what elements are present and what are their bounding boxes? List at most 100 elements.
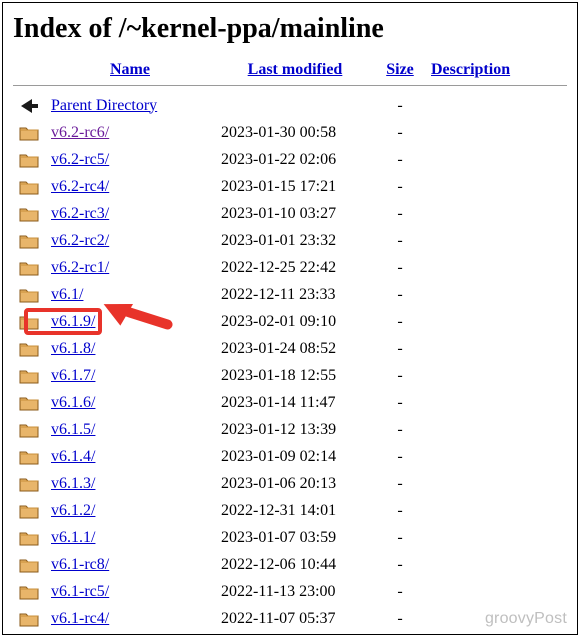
last-modified-cell: 2023-01-14 11:47 (215, 389, 375, 416)
description-cell (425, 578, 567, 605)
folder-icon (19, 420, 39, 440)
last-modified-cell: 2023-01-01 23:32 (215, 227, 375, 254)
directory-link[interactable]: v6.1.5/ (51, 421, 95, 438)
last-modified-cell: 2023-01-10 03:27 (215, 200, 375, 227)
last-modified-cell: 2022-12-25 22:42 (215, 254, 375, 281)
directory-link[interactable]: v6.1-rc8/ (51, 556, 109, 573)
directory-row: v6.1/2022-12-11 23:33- (13, 281, 567, 308)
directory-row: v6.2-rc4/2023-01-15 17:21- (13, 173, 567, 200)
folder-icon (19, 447, 39, 467)
folder-icon (19, 501, 39, 521)
size-cell: - (375, 362, 425, 389)
directory-link[interactable]: v6.1.7/ (51, 367, 95, 384)
directory-link[interactable]: v6.1.2/ (51, 502, 95, 519)
directory-link[interactable]: v6.1/ (51, 286, 83, 303)
size-cell: - (375, 281, 425, 308)
size-cell: - (375, 497, 425, 524)
size-cell: - (375, 605, 425, 632)
folder-icon (19, 366, 39, 386)
directory-link[interactable]: v6.1.6/ (51, 394, 95, 411)
last-modified-cell: 2022-12-31 14:01 (215, 497, 375, 524)
directory-link[interactable]: v6.1-rc4/ (51, 610, 109, 627)
folder-icon (19, 582, 39, 602)
description-cell (425, 200, 567, 227)
directory-row: v6.1.6/2023-01-14 11:47- (13, 389, 567, 416)
folder-icon (19, 150, 39, 170)
header-name-link[interactable]: Name (110, 61, 150, 78)
description-cell (425, 362, 567, 389)
directory-row: v6.1.3/2023-01-06 20:13- (13, 470, 567, 497)
folder-icon (19, 312, 39, 332)
folder-icon (19, 231, 39, 251)
directory-row: v6.1.5/2023-01-12 13:39- (13, 416, 567, 443)
directory-row: v6.1.1/2023-01-07 03:59- (13, 524, 567, 551)
size-cell: - (375, 389, 425, 416)
directory-row: v6.1.2/2022-12-31 14:01- (13, 497, 567, 524)
description-cell (425, 227, 567, 254)
size-cell: - (375, 524, 425, 551)
description-cell (425, 281, 567, 308)
directory-row: v6.2-rc5/2023-01-22 02:06- (13, 146, 567, 173)
last-modified-cell: 2022-12-06 10:44 (215, 551, 375, 578)
directory-link[interactable]: v6.2-rc4/ (51, 178, 109, 195)
last-modified-cell: 2023-01-07 03:59 (215, 524, 375, 551)
description-cell (425, 173, 567, 200)
folder-icon (19, 285, 39, 305)
page-title: Index of /~kernel-ppa/mainline (13, 13, 567, 45)
last-modified-cell: 2023-01-06 20:13 (215, 470, 375, 497)
directory-link[interactable]: v6.1.4/ (51, 448, 95, 465)
directory-link[interactable]: v6.2-rc1/ (51, 259, 109, 276)
directory-row: v6.1-rc8/2022-12-06 10:44- (13, 551, 567, 578)
parent-size: - (375, 92, 425, 119)
directory-link[interactable]: v6.2-rc2/ (51, 232, 109, 249)
description-cell (425, 551, 567, 578)
folder-icon (19, 528, 39, 548)
last-modified-cell: 2022-11-07 05:37 (215, 605, 375, 632)
directory-link[interactable]: v6.2-rc5/ (51, 151, 109, 168)
parent-directory-link[interactable]: Parent Directory (51, 97, 157, 114)
last-modified-cell: 2023-01-18 12:55 (215, 362, 375, 389)
size-cell: - (375, 308, 425, 335)
directory-link[interactable]: v6.1.9/ (51, 313, 95, 330)
size-cell: - (375, 119, 425, 146)
directory-link[interactable]: v6.2-rc6/ (51, 124, 109, 141)
directory-row: v6.1.7/2023-01-18 12:55- (13, 362, 567, 389)
size-cell: - (375, 416, 425, 443)
directory-link[interactable]: v6.1-rc5/ (51, 583, 109, 600)
directory-link[interactable]: v6.2-rc3/ (51, 205, 109, 222)
header-size-link[interactable]: Size (386, 61, 414, 78)
description-cell (425, 497, 567, 524)
size-cell: - (375, 335, 425, 362)
header-lastmodified-link[interactable]: Last modified (248, 61, 343, 78)
directory-row: v6.1-rc4/2022-11-07 05:37- (13, 605, 567, 632)
header-description-link[interactable]: Description (431, 61, 510, 78)
description-cell (425, 119, 567, 146)
folder-icon (19, 609, 39, 629)
description-cell (425, 146, 567, 173)
description-cell (425, 254, 567, 281)
header-row: Name Last modified Size Description (13, 59, 567, 83)
directory-link[interactable]: v6.1.3/ (51, 475, 95, 492)
last-modified-cell: 2023-01-24 08:52 (215, 335, 375, 362)
size-cell: - (375, 173, 425, 200)
last-modified-cell: 2023-02-01 09:10 (215, 308, 375, 335)
directory-row: v6.2-rc1/2022-12-25 22:42- (13, 254, 567, 281)
directory-link[interactable]: v6.1.8/ (51, 340, 95, 357)
description-cell (425, 524, 567, 551)
description-cell (425, 308, 567, 335)
last-modified-cell: 2023-01-12 13:39 (215, 416, 375, 443)
directory-row: v6.1-rc5/2022-11-13 23:00- (13, 578, 567, 605)
parent-directory-row: Parent Directory - (13, 92, 567, 119)
folder-icon (19, 393, 39, 413)
last-modified-cell: 2023-01-09 02:14 (215, 443, 375, 470)
directory-row: v6.2-rc6/2023-01-30 00:58- (13, 119, 567, 146)
directory-row: v6.1.9/2023-02-01 09:10- (13, 308, 567, 335)
description-cell (425, 443, 567, 470)
last-modified-cell: 2023-01-30 00:58 (215, 119, 375, 146)
directory-row: v6.2-rc2/2023-01-01 23:32- (13, 227, 567, 254)
folder-icon (19, 474, 39, 494)
folder-icon (19, 123, 39, 143)
size-cell: - (375, 470, 425, 497)
size-cell: - (375, 254, 425, 281)
directory-link[interactable]: v6.1.1/ (51, 529, 95, 546)
